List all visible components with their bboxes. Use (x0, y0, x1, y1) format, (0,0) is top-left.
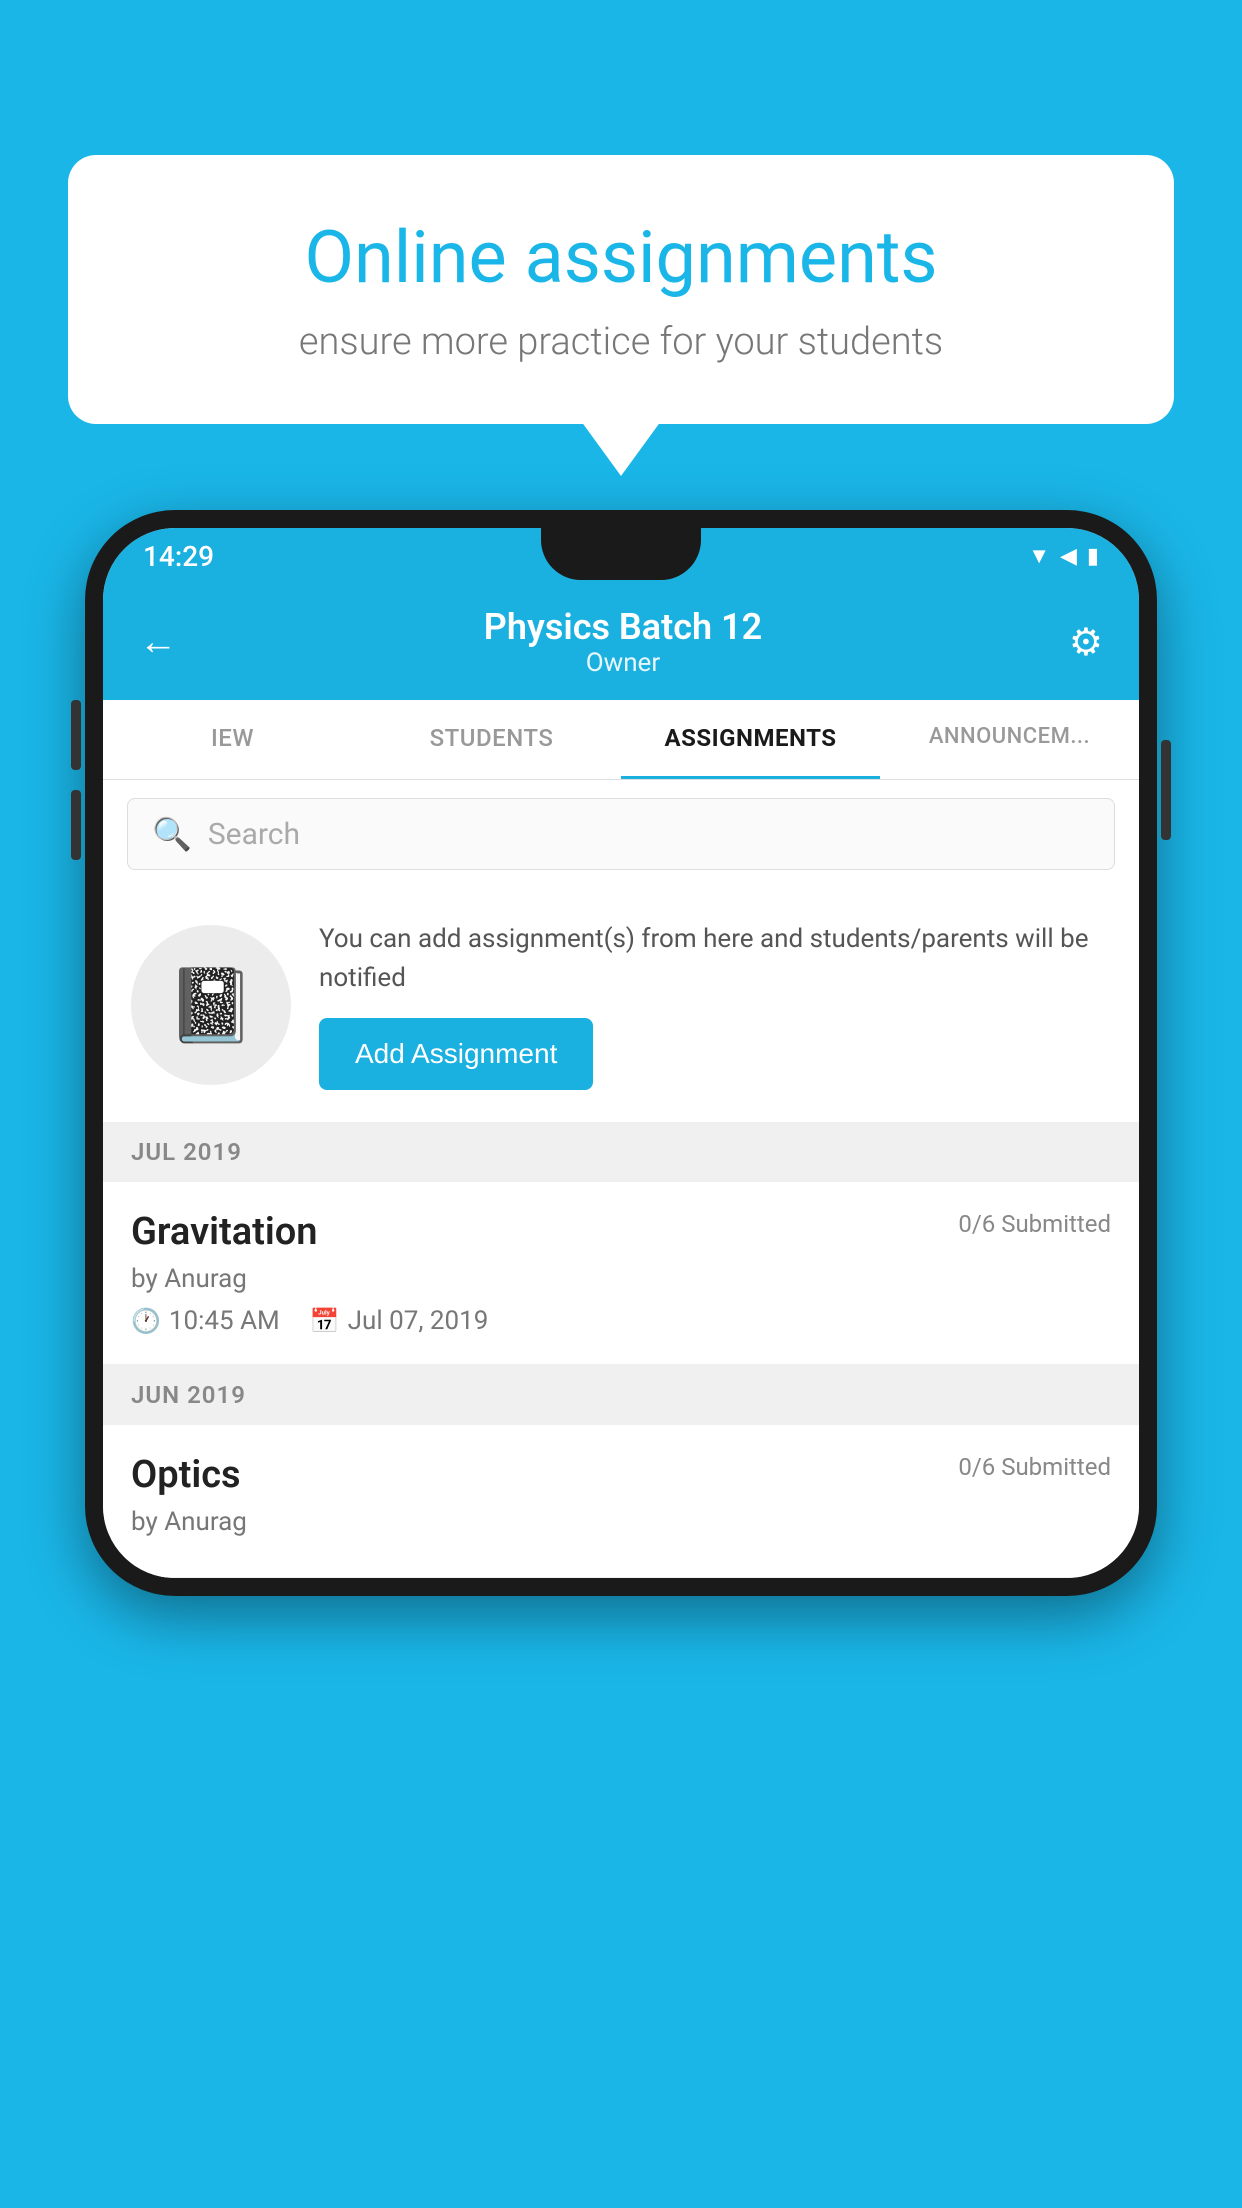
tab-iew[interactable]: IEW (103, 700, 362, 779)
assignment-time: 10:45 AM (169, 1306, 280, 1336)
phone-screen: 14:29 ▼ ◀ ▮ ← Physics Batch 12 Owner ⚙ I… (103, 528, 1139, 1578)
assignment-right: You can add assignment(s) from here and … (319, 920, 1111, 1090)
tab-students[interactable]: STUDENTS (362, 700, 621, 779)
section-header-jul: JUL 2019 (103, 1122, 1139, 1182)
speech-bubble-container: Online assignments ensure more practice … (68, 155, 1174, 424)
notebook-icon: 📓 (166, 963, 256, 1048)
settings-icon[interactable]: ⚙ (1069, 620, 1103, 665)
assignment-author: by Anurag (131, 1264, 1111, 1294)
app-header: ← Physics Batch 12 Owner ⚙ (103, 584, 1139, 700)
assignment-submitted: 0/6 Submitted (958, 1210, 1111, 1238)
speech-bubble: Online assignments ensure more practice … (68, 155, 1174, 424)
volume-up-button[interactable] (71, 700, 81, 770)
search-box[interactable]: 🔍 Search (127, 798, 1115, 870)
power-button[interactable] (1161, 740, 1171, 840)
section-header-jun: JUN 2019 (103, 1365, 1139, 1425)
assignment-item-header: Gravitation 0/6 Submitted (131, 1210, 1111, 1254)
speech-bubble-title: Online assignments (148, 215, 1094, 300)
speech-bubble-subtitle: ensure more practice for your students (148, 320, 1094, 364)
signal-icon: ◀ (1060, 544, 1077, 569)
search-placeholder: Search (208, 817, 300, 852)
assignment-item-header-optics: Optics 0/6 Submitted (131, 1453, 1111, 1497)
meta-date: 📅 Jul 07, 2019 (310, 1306, 489, 1336)
header-title: Physics Batch 12 (484, 606, 762, 648)
search-icon: 🔍 (152, 815, 192, 853)
meta-time: 🕐 10:45 AM (131, 1306, 280, 1336)
status-time: 14:29 (143, 540, 214, 573)
tab-assignments[interactable]: ASSIGNMENTS (621, 700, 880, 779)
calendar-icon: 📅 (310, 1307, 340, 1335)
assignment-item-gravitation[interactable]: Gravitation 0/6 Submitted by Anurag 🕐 10… (103, 1182, 1139, 1365)
assignment-author-optics: by Anurag (131, 1507, 1111, 1537)
add-assignment-button[interactable]: Add Assignment (319, 1018, 593, 1090)
assignment-date: Jul 07, 2019 (348, 1306, 489, 1336)
clock-icon: 🕐 (131, 1307, 161, 1335)
assignment-name: Gravitation (131, 1210, 318, 1254)
assignment-description: You can add assignment(s) from here and … (319, 920, 1111, 998)
tabs-bar: IEW STUDENTS ASSIGNMENTS ANNOUNCEM... (103, 700, 1139, 780)
tab-announcements[interactable]: ANNOUNCEM... (880, 700, 1139, 779)
header-subtitle: Owner (484, 648, 762, 678)
battery-icon: ▮ (1087, 544, 1099, 569)
volume-down-button[interactable] (71, 790, 81, 860)
search-container: 🔍 Search (103, 780, 1139, 888)
wifi-icon: ▼ (1028, 543, 1050, 569)
phone: 14:29 ▼ ◀ ▮ ← Physics Batch 12 Owner ⚙ I… (85, 510, 1157, 1596)
assignment-submitted-optics: 0/6 Submitted (958, 1453, 1111, 1481)
add-assignment-section: 📓 You can add assignment(s) from here an… (103, 888, 1139, 1122)
assignment-icon-circle: 📓 (131, 925, 291, 1085)
assignment-meta: 🕐 10:45 AM 📅 Jul 07, 2019 (131, 1306, 1111, 1336)
assignment-name-optics: Optics (131, 1453, 241, 1497)
back-button[interactable]: ← (139, 620, 177, 664)
status-icons: ▼ ◀ ▮ (1028, 543, 1099, 569)
header-center: Physics Batch 12 Owner (484, 606, 762, 678)
notch (541, 528, 701, 580)
assignment-item-optics[interactable]: Optics 0/6 Submitted by Anurag (103, 1425, 1139, 1578)
status-bar: 14:29 ▼ ◀ ▮ (103, 528, 1139, 584)
phone-container: 14:29 ▼ ◀ ▮ ← Physics Batch 12 Owner ⚙ I… (85, 510, 1157, 1596)
